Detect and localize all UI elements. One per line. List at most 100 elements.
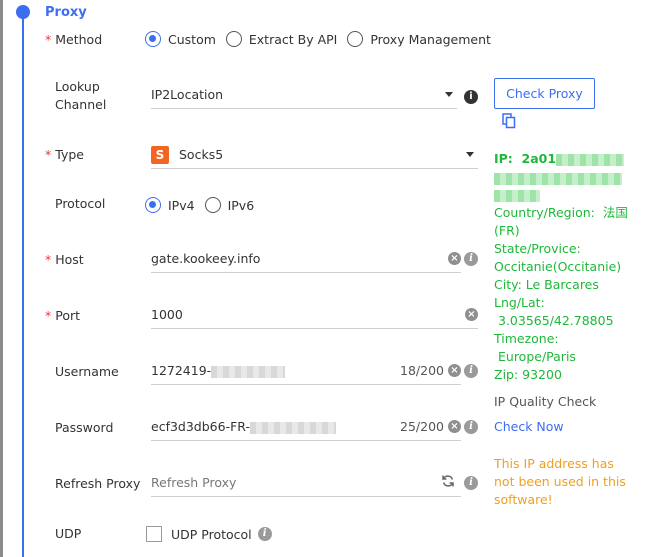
lnglat-label: Lng/Lat: [494,295,545,310]
country-line: Country/Region: 法国 [494,204,628,222]
info-icon[interactable]: i [464,364,478,378]
password-text: ecf3d3db66-FR- [151,419,250,434]
redacted-text [494,172,622,185]
method-radio-group: Custom Extract By API Proxy Management [145,31,501,47]
redacted-text [556,153,625,166]
zip-line: Zip: 93200 [494,367,562,382]
ip-label: IP: [494,151,513,166]
host-value: gate.kookeey.info [151,251,261,266]
redacted-text [249,421,336,434]
redacted-text [494,189,540,202]
type-value: Socks5 [179,147,224,162]
check-now-link[interactable]: Check Now [494,418,564,436]
type-select[interactable]: S Socks5 [151,141,478,169]
timezone-label: Timezone: [494,331,559,346]
radio-label: Custom [168,31,216,47]
port-label: * Port [45,307,80,325]
info-icon[interactable]: i [464,476,478,490]
radio-label: IPv6 [227,197,255,213]
port-input[interactable]: 1000 × [151,301,478,329]
username-input[interactable]: 1272419- 18/200 × [151,357,461,385]
radio-checked[interactable] [145,197,161,213]
password-input[interactable]: ecf3d3db66-FR- 25/200 × [151,413,461,441]
redacted-text [211,365,286,378]
window-left-edge [0,0,3,557]
refresh-proxy-input[interactable]: Refresh Proxy [151,469,461,497]
info-icon[interactable]: i [464,420,478,434]
ip-line: IP: 2a01 [494,150,625,168]
info-icon[interactable]: i [464,90,478,104]
char-counter: 25/200 [400,419,444,434]
udp-protocol-checkbox[interactable]: UDP Protocol i [146,526,272,542]
chevron-down-icon[interactable] [466,152,474,157]
checkbox-unchecked[interactable] [146,526,162,542]
refresh-proxy-placeholder: Refresh Proxy [151,475,237,490]
timeline-dot [16,5,30,19]
ip-quality-title: IP Quality Check [494,394,597,409]
country-value: 法国 [602,205,628,220]
city-line: City: Le Barcares [494,277,599,292]
host-label-text: Host [55,252,84,267]
socks5-icon: S [151,145,169,164]
username-text: 1272419- [151,363,212,378]
radio-unchecked[interactable] [347,31,364,47]
type-label: * Type [45,146,84,164]
country-code: (FR) [494,223,520,238]
clear-icon[interactable]: × [448,420,461,433]
refresh-icon[interactable] [441,474,455,491]
method-option-proxy-management[interactable]: Proxy Management [347,31,491,47]
clear-icon[interactable]: × [465,308,478,321]
protocol-option-ipv6[interactable]: IPv6 [204,197,255,213]
radio-unchecked[interactable] [204,197,221,213]
method-label-text: Method [55,32,103,47]
port-value: 1000 [151,307,183,322]
copy-icon[interactable] [502,113,516,132]
radio-label: Proxy Management [370,31,491,47]
notice-line1: This IP address has [494,456,614,471]
lookup-channel-value: IP2Location [151,87,224,102]
host-input[interactable]: gate.kookeey.info × [151,245,461,273]
password-value: ecf3d3db66-FR- [151,419,400,434]
notice-line2: not been used in this [494,474,626,489]
method-option-extract-api[interactable]: Extract By API [225,31,338,47]
chevron-down-icon[interactable] [445,92,453,97]
ip-redacted-line2 [494,170,622,185]
udp-label: UDP [55,526,82,541]
lookup-channel-label: Lookup Channel [55,78,106,114]
info-icon[interactable]: i [257,527,272,541]
required-asterisk: * [45,147,52,162]
check-proxy-button[interactable]: Check Proxy [494,78,595,109]
udp-option-label: UDP Protocol [171,526,252,542]
required-asterisk: * [45,32,52,47]
info-icon[interactable]: i [464,252,478,266]
username-label: Username [55,364,119,379]
clear-icon[interactable]: × [448,364,461,377]
ip-value: 2a01 [521,151,557,166]
radio-label: Extract By API [248,31,338,47]
country-label: Country/Region: [494,205,595,220]
method-label: * Method [45,31,102,49]
clear-icon[interactable]: × [448,252,461,265]
password-label: Password [55,420,114,435]
radio-unchecked[interactable] [225,31,242,47]
timezone-value: Europe/Paris [498,349,576,364]
lookup-label-line2: Channel [55,97,107,112]
lookup-channel-select[interactable]: IP2Location [151,81,457,109]
protocol-radio-group: IPv4 IPv6 [145,197,264,213]
method-option-custom[interactable]: Custom [145,31,216,47]
ip-redacted-line3 [494,187,540,202]
lnglat-value: 3.03565/42.78805 [498,313,614,328]
state-label: State/Provice: [494,241,581,256]
type-label-text: Type [55,147,84,162]
radio-checked[interactable] [145,31,161,47]
char-counter: 18/200 [400,363,444,378]
port-label-text: Port [55,308,81,323]
notice-line3: software! [494,492,553,507]
state-value: Occitanie(Occitanie) [494,259,622,274]
section-title: Proxy [45,5,87,20]
timeline-line [22,12,24,557]
protocol-option-ipv4[interactable]: IPv4 [145,197,195,213]
required-asterisk: * [45,252,52,267]
host-label: * Host [45,251,84,269]
refresh-proxy-label: Refresh Proxy [55,476,141,491]
